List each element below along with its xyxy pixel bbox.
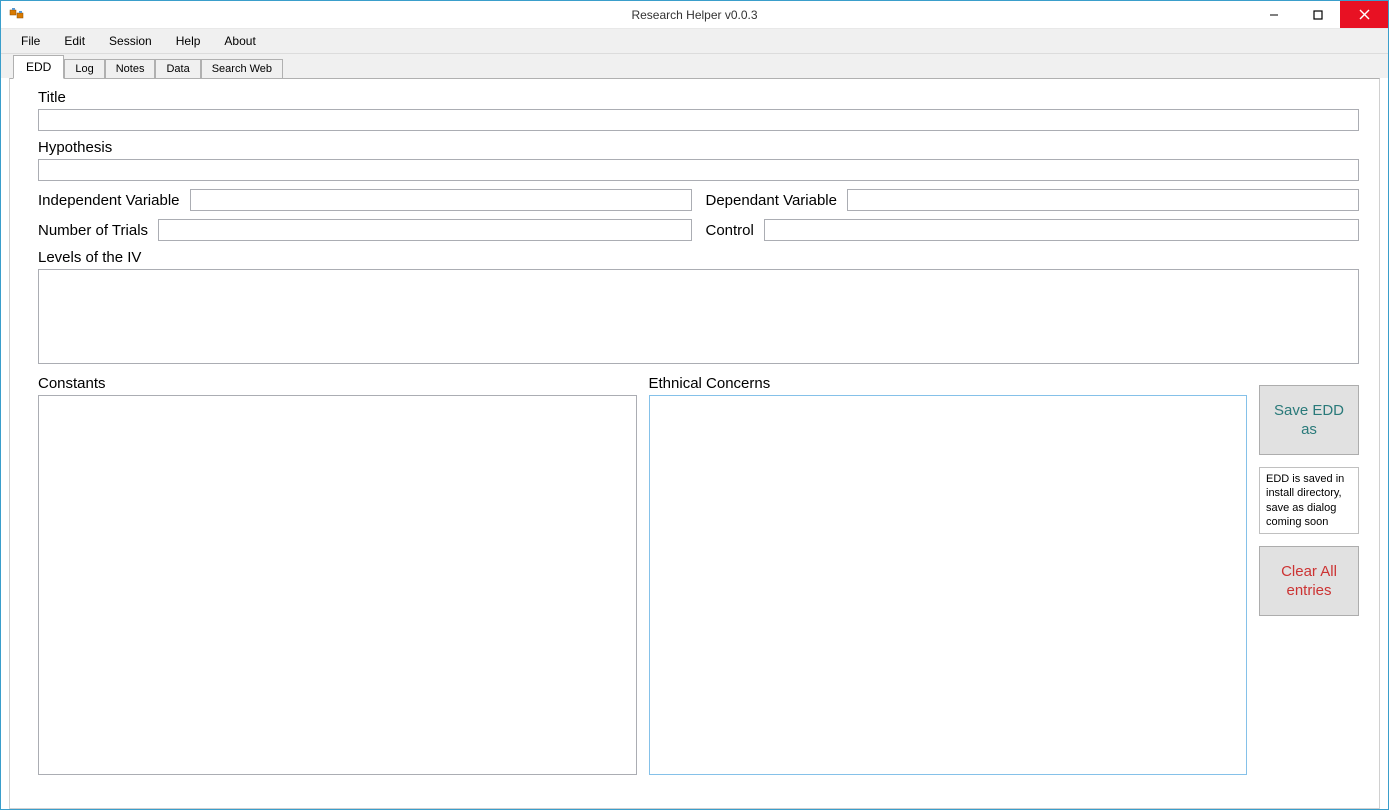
constants-textarea[interactable]	[38, 395, 637, 775]
window-title: Research Helper v0.0.3	[631, 8, 757, 22]
title-label: Title	[38, 89, 1359, 106]
iv-input[interactable]	[190, 189, 692, 211]
window-controls	[1252, 1, 1388, 28]
levels-textarea[interactable]	[38, 269, 1359, 364]
menu-session[interactable]: Session	[97, 30, 164, 52]
ethics-label: Ethnical Concerns	[649, 375, 1248, 392]
trials-label: Number of Trials	[38, 222, 148, 239]
levels-label: Levels of the IV	[38, 249, 1359, 266]
menu-help[interactable]: Help	[164, 30, 213, 52]
close-button[interactable]	[1340, 1, 1388, 28]
hypothesis-input[interactable]	[38, 159, 1359, 181]
tab-log[interactable]: Log	[64, 59, 104, 78]
app-icon	[9, 7, 25, 23]
tabstrip: EDD Log Notes Data Search Web	[1, 54, 1388, 78]
trials-input[interactable]	[158, 219, 691, 241]
menu-edit[interactable]: Edit	[52, 30, 97, 52]
constants-label: Constants	[38, 375, 637, 392]
tab-content-edd: Title Hypothesis Independent Variable De…	[9, 78, 1380, 809]
maximize-button[interactable]	[1296, 1, 1340, 28]
hypothesis-label: Hypothesis	[38, 139, 1359, 156]
menu-file[interactable]: File	[9, 30, 52, 52]
menubar: File Edit Session Help About	[1, 29, 1388, 54]
save-edd-button[interactable]: Save EDD as	[1259, 385, 1359, 455]
title-input[interactable]	[38, 109, 1359, 131]
titlebar: Research Helper v0.0.3	[1, 1, 1388, 29]
tab-data[interactable]: Data	[155, 59, 200, 78]
tab-edd[interactable]: EDD	[13, 55, 64, 79]
tab-search-web[interactable]: Search Web	[201, 59, 283, 78]
iv-label: Independent Variable	[38, 192, 180, 209]
tab-notes[interactable]: Notes	[105, 59, 156, 78]
side-buttons: Save EDD as EDD is saved in install dire…	[1259, 375, 1359, 775]
save-hint: EDD is saved in install directory, save …	[1259, 467, 1359, 534]
ethics-textarea[interactable]	[649, 395, 1248, 775]
control-input[interactable]	[764, 219, 1359, 241]
dv-label: Dependant Variable	[706, 192, 837, 209]
menu-about[interactable]: About	[212, 30, 267, 52]
clear-all-button[interactable]: Clear All entries	[1259, 546, 1359, 616]
dv-input[interactable]	[847, 189, 1359, 211]
control-label: Control	[706, 222, 754, 239]
minimize-button[interactable]	[1252, 1, 1296, 28]
